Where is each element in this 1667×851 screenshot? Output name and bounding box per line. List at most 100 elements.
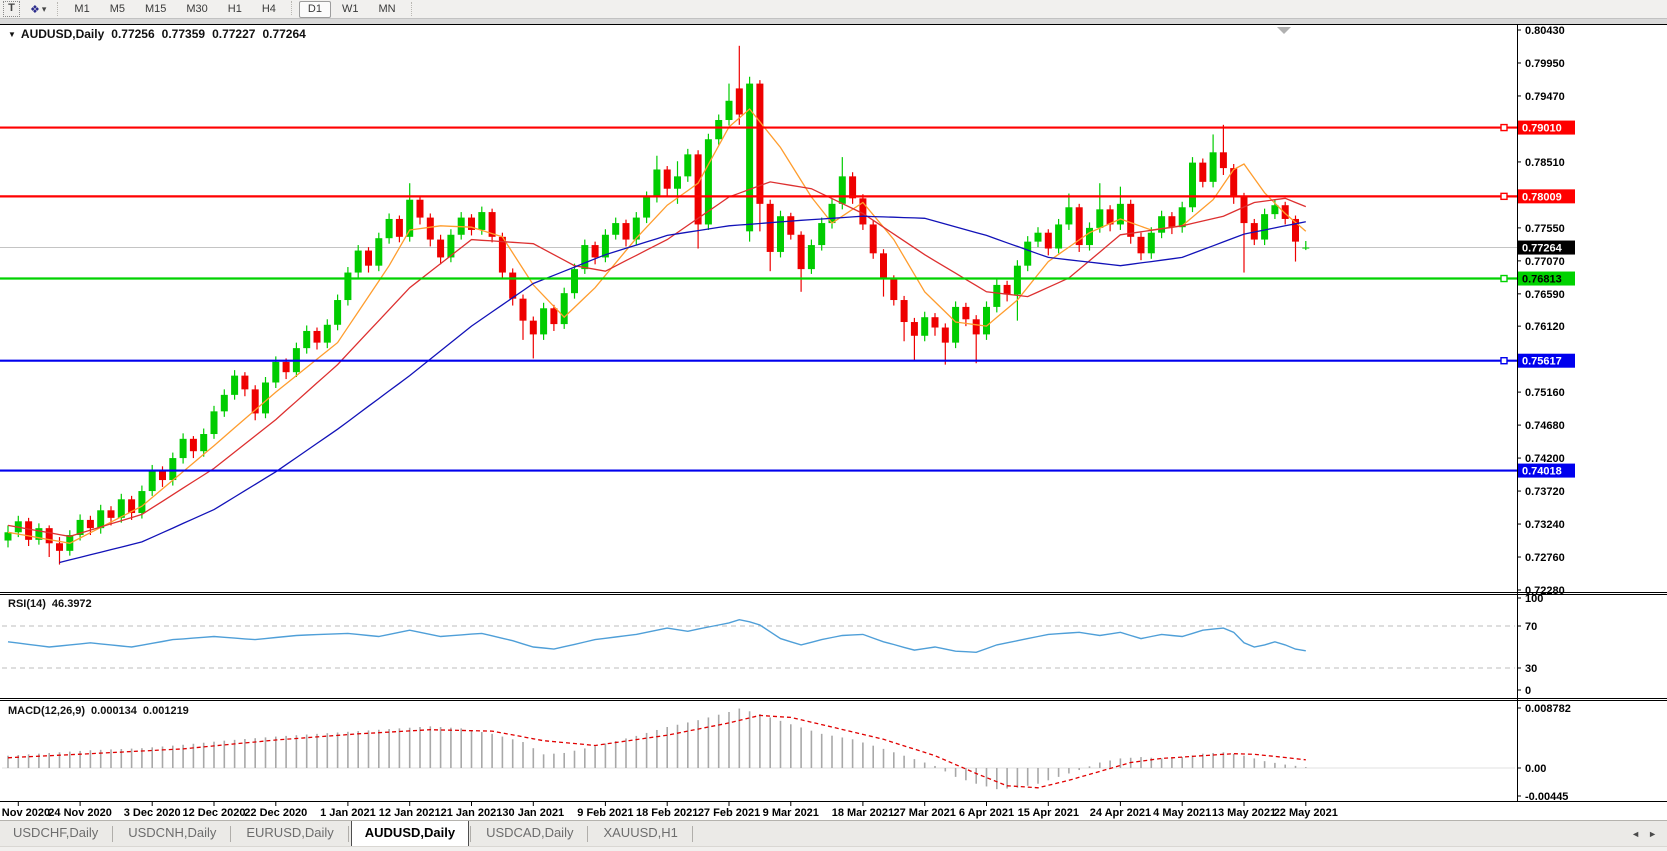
svg-text:22 May 2021: 22 May 2021	[1274, 807, 1338, 819]
svg-text:9 Feb 2021: 9 Feb 2021	[577, 807, 633, 819]
chart-tab-usdcad-daily[interactable]: USDCAD,Daily	[473, 821, 586, 847]
toolbar-separator	[291, 1, 293, 15]
timeframe-button-m30[interactable]: M30	[177, 1, 216, 18]
tab-divider	[692, 826, 694, 842]
svg-text:30: 30	[1525, 663, 1537, 675]
terminal-window: T ❖ ▾ M1M5M15M30H1H4 D1W1MN 0.79010 0.7800…	[0, 0, 1667, 851]
objects-tool-icon[interactable]: ❖	[30, 3, 40, 16]
chart-tab-eurusd-daily[interactable]: EURUSD,Daily	[233, 821, 346, 847]
svg-text:18 Feb 2021: 18 Feb 2021	[636, 807, 698, 819]
svg-text:18 Mar 2021: 18 Mar 2021	[832, 807, 894, 819]
svg-text:0.79950: 0.79950	[1525, 58, 1565, 70]
svg-text:22 Dec 2020: 22 Dec 2020	[244, 807, 307, 819]
timeframe-toolbar: T ❖ ▾ M1M5M15M30H1H4 D1W1MN	[0, 0, 1667, 19]
tab-divider	[587, 826, 589, 842]
svg-text:0.76120: 0.76120	[1525, 321, 1565, 333]
svg-text:24 Apr 2021: 24 Apr 2021	[1090, 807, 1151, 819]
svg-text:-0.00445: -0.00445	[1525, 791, 1568, 803]
svg-text:27 Mar 2021: 27 Mar 2021	[894, 807, 956, 819]
svg-text:0.73720: 0.73720	[1525, 486, 1565, 498]
chart-canvas[interactable]: 0.79010 0.78009 0.76813 0.75617 0.74018 0.772…	[0, 24, 1667, 820]
tab-scroll-arrows: ◄ ►	[1623, 821, 1667, 847]
candlesticks	[5, 46, 1310, 565]
chart-tab-xauusd-h1[interactable]: XAUUSD,H1	[590, 821, 690, 847]
timeframe-button-m15[interactable]: M15	[136, 1, 175, 18]
svg-text:12 Dec 2020: 12 Dec 2020	[183, 807, 246, 819]
svg-text:0.74018: 0.74018	[1522, 466, 1562, 478]
tab-divider	[348, 826, 350, 842]
timeframe-button-m5[interactable]: M5	[101, 1, 134, 18]
macd-signal-value: 0.001219	[143, 705, 189, 717]
svg-text:0.73240: 0.73240	[1525, 519, 1565, 531]
tab-divider	[112, 826, 114, 842]
timeframe-button-h1[interactable]: H1	[219, 1, 251, 18]
ohlc-low: 0.77227	[212, 27, 255, 41]
svg-text:0.008782: 0.008782	[1525, 703, 1571, 715]
chart-dropdown-icon[interactable]: ▼	[8, 30, 16, 39]
svg-text:3 Dec 2020: 3 Dec 2020	[124, 807, 181, 819]
svg-text:0.74200: 0.74200	[1525, 453, 1565, 465]
macd-indicator-name: MACD(12,26,9)	[8, 705, 85, 717]
svg-text:0.77550: 0.77550	[1525, 223, 1565, 235]
timeframe-button-h4[interactable]: H4	[253, 1, 285, 18]
timeframe-button-m1[interactable]: M1	[65, 1, 98, 18]
horizontal-lines[interactable]: 0.79010 0.78009 0.76813 0.75617 0.74018	[0, 121, 1575, 478]
svg-text:0.75617: 0.75617	[1522, 356, 1562, 368]
chart-shift-marker-icon	[1277, 27, 1291, 34]
svg-text:0.80430: 0.80430	[1525, 25, 1565, 37]
tab-divider	[470, 826, 472, 842]
current-price-label: 0.77264	[1518, 241, 1575, 255]
svg-text:13 May 2021: 13 May 2021	[1212, 807, 1276, 819]
ohlc-close: 0.77264	[262, 27, 305, 41]
svg-text:0.72760: 0.72760	[1525, 552, 1565, 564]
svg-text:4 May 2021: 4 May 2021	[1153, 807, 1211, 819]
macd-main-value: 0.000134	[91, 705, 137, 717]
timeframe-button-d1[interactable]: D1	[299, 1, 331, 18]
chart-symbol-label: AUDUSD,Daily	[21, 27, 104, 41]
tab-scroll-left-icon[interactable]: ◄	[1631, 829, 1640, 839]
svg-text:0: 0	[1525, 685, 1531, 697]
svg-text:0.78510: 0.78510	[1525, 157, 1565, 169]
price-axis: 0.80430 0.79950 0.79470 0.78510 0.77550 0.770…	[1517, 25, 1565, 597]
svg-text:24 Nov 2020: 24 Nov 2020	[48, 807, 112, 819]
timeframe-button-mn[interactable]: MN	[369, 1, 404, 18]
svg-text:27 Feb 2021: 27 Feb 2021	[698, 807, 760, 819]
text-tool-button[interactable]: T	[3, 1, 20, 17]
svg-text:9 Mar 2021: 9 Mar 2021	[763, 807, 819, 819]
svg-text:0.75160: 0.75160	[1525, 387, 1565, 399]
rsi-line	[8, 620, 1306, 653]
rsi-pane-label: RSI(14) 46.3972	[8, 598, 98, 610]
svg-text:0.79470: 0.79470	[1525, 91, 1565, 103]
line-handle[interactable]	[1501, 125, 1507, 131]
svg-text:100: 100	[1525, 593, 1543, 605]
svg-text:0.00: 0.00	[1525, 763, 1546, 775]
chart-tab-bar: USDCHF,DailyUSDCNH,DailyEURUSD,DailyAUDU…	[0, 820, 1667, 847]
rsi-current-value: 46.3972	[52, 598, 92, 610]
window-bottom-strip	[0, 846, 1667, 851]
svg-text:30 Jan 2021: 30 Jan 2021	[502, 807, 564, 819]
line-handle[interactable]	[1501, 193, 1507, 199]
svg-text:21 Jan 2021: 21 Jan 2021	[441, 807, 503, 819]
chart-tab-audusd-daily[interactable]: AUDUSD,Daily	[351, 821, 469, 847]
svg-text:0.78009: 0.78009	[1522, 191, 1562, 203]
svg-text:6 Apr 2021: 6 Apr 2021	[959, 807, 1014, 819]
svg-text:0.79010: 0.79010	[1522, 123, 1562, 135]
timeframe-button-w1[interactable]: W1	[333, 1, 368, 18]
chart-tab-usdcnh-daily[interactable]: USDCNH,Daily	[115, 821, 229, 847]
svg-text:14 Nov 2020: 14 Nov 2020	[0, 807, 50, 819]
objects-dropdown-caret-icon[interactable]: ▾	[42, 4, 47, 15]
chart-window: 0.79010 0.78009 0.76813 0.75617 0.74018 0.772…	[0, 24, 1667, 820]
svg-text:12 Jan 2021: 12 Jan 2021	[379, 807, 441, 819]
rsi-indicator-name: RSI(14)	[8, 598, 46, 610]
chart-tabs: USDCHF,DailyUSDCNH,DailyEURUSD,DailyAUDU…	[0, 821, 695, 847]
tab-scroll-right-icon[interactable]: ►	[1648, 829, 1657, 839]
pane-borders	[0, 24, 1667, 802]
line-handle[interactable]	[1501, 276, 1507, 282]
svg-text:0.76813: 0.76813	[1522, 274, 1562, 286]
tab-divider	[230, 826, 232, 842]
svg-text:0.76590: 0.76590	[1525, 289, 1565, 301]
line-handle[interactable]	[1501, 358, 1507, 364]
svg-text:0.77070: 0.77070	[1525, 256, 1565, 268]
ma-mid-red	[8, 182, 1306, 537]
chart-tab-usdchf-daily[interactable]: USDCHF,Daily	[0, 821, 111, 847]
